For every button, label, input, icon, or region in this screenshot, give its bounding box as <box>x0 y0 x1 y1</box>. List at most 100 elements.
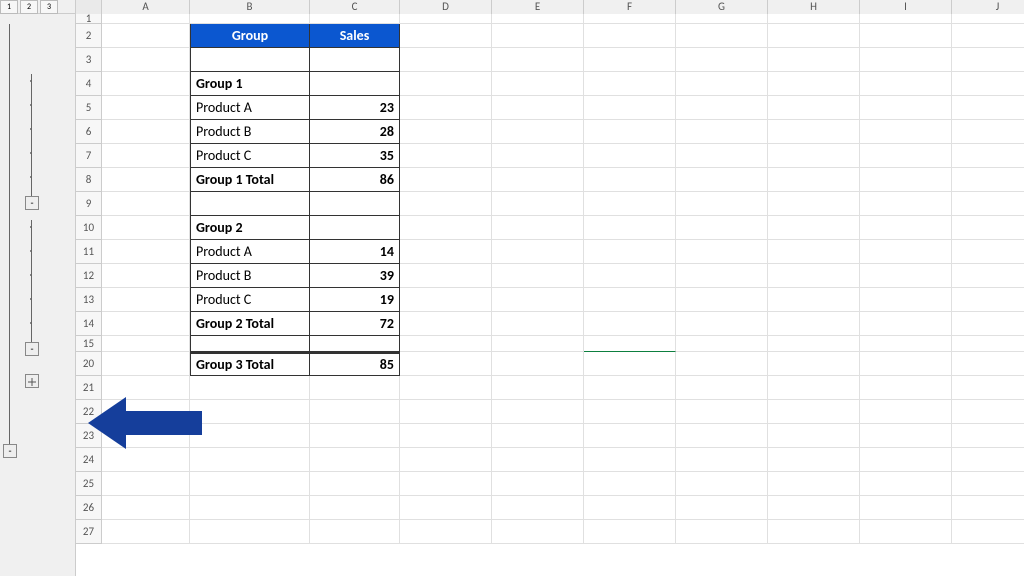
cell-D8[interactable] <box>400 168 492 192</box>
row-header-2[interactable]: 2 <box>76 24 102 48</box>
cell-A23[interactable] <box>102 424 190 448</box>
cell-F26[interactable] <box>584 496 676 520</box>
cell-B22[interactable] <box>190 400 310 424</box>
cell-G4[interactable] <box>676 72 768 96</box>
cell-D26[interactable] <box>400 496 492 520</box>
cell-G11[interactable] <box>676 240 768 264</box>
cell-D12[interactable] <box>400 264 492 288</box>
cell-J11[interactable] <box>952 240 1024 264</box>
cell-E8[interactable] <box>492 168 584 192</box>
cell-B9[interactable] <box>190 192 310 216</box>
cell-F9[interactable] <box>584 192 676 216</box>
cell-I11[interactable] <box>860 240 952 264</box>
cell-H1[interactable] <box>768 14 860 24</box>
cell-H26[interactable] <box>768 496 860 520</box>
cell-E2[interactable] <box>492 24 584 48</box>
cell-F12[interactable] <box>584 264 676 288</box>
cell-A14[interactable] <box>102 312 190 336</box>
outline-level-3-button[interactable]: 3 <box>40 0 58 14</box>
cell-C1[interactable] <box>310 14 400 24</box>
cell-J8[interactable] <box>952 168 1024 192</box>
cell-H4[interactable] <box>768 72 860 96</box>
cell-I23[interactable] <box>860 424 952 448</box>
cell-C8-group1-total[interactable]: 86 <box>310 168 400 192</box>
cell-E1[interactable] <box>492 14 584 24</box>
cell-I20[interactable] <box>860 352 952 376</box>
cell-H8[interactable] <box>768 168 860 192</box>
cell-C4[interactable] <box>310 72 400 96</box>
cell-G27[interactable] <box>676 520 768 544</box>
cell-C15[interactable] <box>310 336 400 352</box>
cell-B10-group2-title[interactable]: Group 2 <box>190 216 310 240</box>
cell-I7[interactable] <box>860 144 952 168</box>
cell-J1[interactable] <box>952 14 1024 24</box>
cell-H3[interactable] <box>768 48 860 72</box>
cell-H23[interactable] <box>768 424 860 448</box>
cell-F11[interactable] <box>584 240 676 264</box>
cell-A15[interactable] <box>102 336 190 352</box>
cell-D20[interactable] <box>400 352 492 376</box>
cell-J3[interactable] <box>952 48 1024 72</box>
cell-H7[interactable] <box>768 144 860 168</box>
cell-B5[interactable]: Product A <box>190 96 310 120</box>
cell-G8[interactable] <box>676 168 768 192</box>
cell-J9[interactable] <box>952 192 1024 216</box>
cell-D11[interactable] <box>400 240 492 264</box>
cell-E21[interactable] <box>492 376 584 400</box>
cell-A3[interactable] <box>102 48 190 72</box>
cell-C27[interactable] <box>310 520 400 544</box>
cell-C13[interactable]: 19 <box>310 288 400 312</box>
cell-A5[interactable] <box>102 96 190 120</box>
cell-D22[interactable] <box>400 400 492 424</box>
cell-H14[interactable] <box>768 312 860 336</box>
cell-H27[interactable] <box>768 520 860 544</box>
cell-D1[interactable] <box>400 14 492 24</box>
cell-A12[interactable] <box>102 264 190 288</box>
cell-F21[interactable] <box>584 376 676 400</box>
cell-J13[interactable] <box>952 288 1024 312</box>
cell-I14[interactable] <box>860 312 952 336</box>
cell-C10[interactable] <box>310 216 400 240</box>
cell-A25[interactable] <box>102 472 190 496</box>
cell-C26[interactable] <box>310 496 400 520</box>
cell-D27[interactable] <box>400 520 492 544</box>
cell-F24[interactable] <box>584 448 676 472</box>
row-header-9[interactable]: 9 <box>76 192 102 216</box>
cell-F7[interactable] <box>584 144 676 168</box>
row-header-4[interactable]: 4 <box>76 72 102 96</box>
cell-H12[interactable] <box>768 264 860 288</box>
row-header-8[interactable]: 8 <box>76 168 102 192</box>
column-header-F[interactable]: F <box>584 0 676 14</box>
cell-J10[interactable] <box>952 216 1024 240</box>
cell-E7[interactable] <box>492 144 584 168</box>
cell-I13[interactable] <box>860 288 952 312</box>
cell-F20[interactable] <box>584 352 676 376</box>
outline-collapse-g2[interactable]: - <box>25 342 39 356</box>
cell-F25[interactable] <box>584 472 676 496</box>
cell-G14[interactable] <box>676 312 768 336</box>
cell-J21[interactable] <box>952 376 1024 400</box>
cell-I3[interactable] <box>860 48 952 72</box>
cell-D15[interactable] <box>400 336 492 352</box>
column-header-G[interactable]: G <box>676 0 768 14</box>
cell-J27[interactable] <box>952 520 1024 544</box>
column-header-C[interactable]: C <box>310 0 400 14</box>
cell-E3[interactable] <box>492 48 584 72</box>
cell-C7[interactable]: 35 <box>310 144 400 168</box>
row-header-14[interactable]: 14 <box>76 312 102 336</box>
row-header-22[interactable]: 22 <box>76 400 102 424</box>
cell-A11[interactable] <box>102 240 190 264</box>
cell-H15[interactable] <box>768 336 860 352</box>
cell-C14-group2-total[interactable]: 72 <box>310 312 400 336</box>
cell-H6[interactable] <box>768 120 860 144</box>
cell-J15[interactable] <box>952 336 1024 352</box>
cell-B1[interactable] <box>190 14 310 24</box>
cell-A13[interactable] <box>102 288 190 312</box>
cell-J2[interactable] <box>952 24 1024 48</box>
cell-F3[interactable] <box>584 48 676 72</box>
cell-E9[interactable] <box>492 192 584 216</box>
cell-A4[interactable] <box>102 72 190 96</box>
cell-J12[interactable] <box>952 264 1024 288</box>
row-header-6[interactable]: 6 <box>76 120 102 144</box>
cell-A7[interactable] <box>102 144 190 168</box>
